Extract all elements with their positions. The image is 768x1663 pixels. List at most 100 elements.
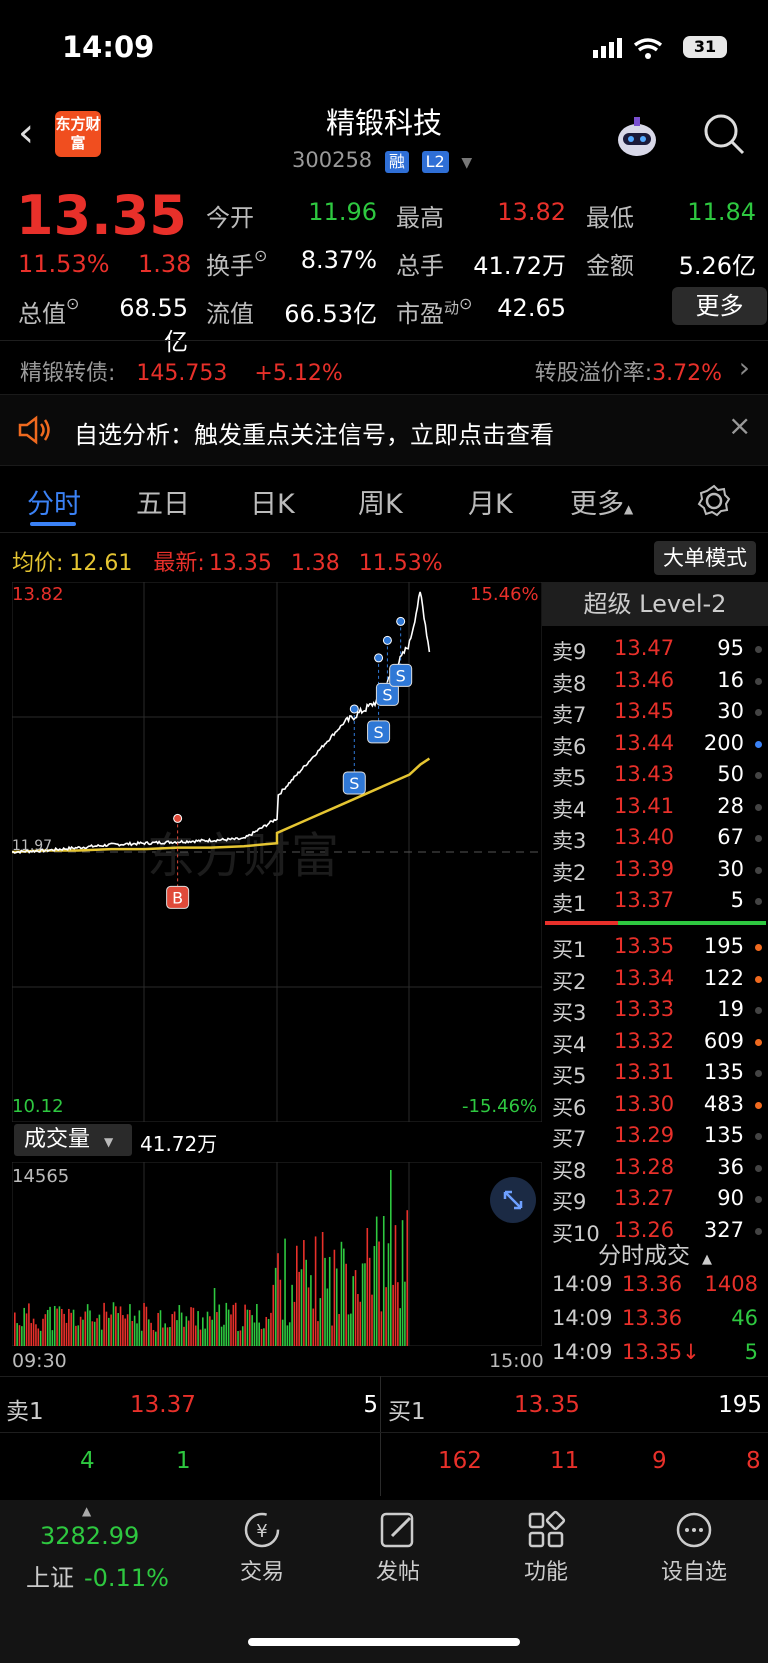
volume-bar: [171, 1314, 174, 1346]
bid-price: 13.30: [614, 1091, 675, 1116]
volume-bar: [314, 1236, 317, 1346]
volume-bar: [382, 1216, 385, 1346]
tab-intraday[interactable]: 分时: [27, 482, 81, 521]
watermark: 东方财富: [147, 828, 339, 884]
bid-dot: [755, 975, 762, 983]
volume-value: 41.72万: [473, 252, 566, 280]
ask-dot: [755, 677, 762, 685]
volume-total: 41.72万: [140, 1132, 218, 1156]
volume-bar: [46, 1309, 49, 1346]
bid-row[interactable]: 买8 13.28 36: [542, 1151, 768, 1183]
home-indicator: [248, 1638, 520, 1646]
bid-row[interactable]: 买3 13.33 19: [542, 993, 768, 1025]
trades-title[interactable]: 分时成交 ▲: [542, 1236, 768, 1270]
volume-bar: [227, 1309, 230, 1346]
index-value[interactable]: 3282.99: [40, 1522, 139, 1550]
bid-price: 13.32: [614, 1028, 675, 1053]
notice-bar[interactable]: 自选分析：触发重点关注信号，立即点击查看 ×: [0, 394, 768, 466]
tab-monthly-k[interactable]: 月K: [468, 482, 513, 521]
level2-title[interactable]: 超级 Level-2: [542, 582, 768, 626]
volume-bar: [140, 1330, 143, 1346]
gear-icon[interactable]: [697, 484, 731, 518]
bid-dot: [755, 1007, 762, 1014]
index-row[interactable]: 上证 -0.11%: [26, 1558, 169, 1593]
ask-row[interactable]: 卖9 13.47 95: [542, 632, 768, 664]
volume-indicator-select[interactable]: 成交量 ▼: [14, 1124, 132, 1156]
info-icon[interactable]: ⊙: [254, 246, 267, 265]
ask-row[interactable]: 卖4 13.41 28: [542, 790, 768, 822]
ask-dot: [755, 898, 762, 905]
ask-price: 13.46: [614, 667, 675, 692]
nav-trade[interactable]: ¥ 交易: [226, 1510, 298, 1586]
volume-bar: [192, 1307, 195, 1346]
volume-bar: [387, 1243, 390, 1346]
volume-bar: [246, 1309, 249, 1346]
marker-label: S: [374, 723, 384, 742]
more-button[interactable]: 更多: [672, 287, 767, 325]
volume-bar: [89, 1310, 91, 1346]
ask-price: 13.40: [614, 825, 675, 849]
volume-bar: [298, 1271, 300, 1346]
ask-row[interactable]: 卖3 13.40 67: [542, 821, 768, 853]
speaker-icon: [18, 415, 50, 445]
expand-icon[interactable]: [490, 1177, 536, 1223]
volume-bar: [324, 1257, 326, 1346]
volume-bar: [251, 1315, 253, 1346]
big-order-mode-button[interactable]: 大单模式: [654, 541, 756, 575]
info-icon[interactable]: ⊙: [66, 294, 79, 313]
bid-row[interactable]: 买7 13.29 135: [542, 1119, 768, 1151]
ask-row[interactable]: 卖1 13.37 5: [542, 884, 768, 916]
volume-bar: [98, 1314, 101, 1346]
ask-label: 卖5: [552, 766, 587, 790]
battery-indicator: 31: [683, 36, 727, 58]
bid-row[interactable]: 买4 13.32 609: [542, 1025, 768, 1057]
bond-row[interactable]: 精锻转债: 145.753 +5.12% 转股溢价率:3.72% ›: [20, 351, 750, 387]
volume-bar: [359, 1301, 362, 1346]
volume-bar: [32, 1318, 35, 1346]
info-icon[interactable]: ⊙: [459, 294, 472, 313]
nav-add-watchlist[interactable]: 设自选: [658, 1510, 730, 1586]
bid-label: 买8: [552, 1158, 587, 1183]
bid-row[interactable]: 买5 13.31 135: [542, 1056, 768, 1088]
pe-label: 市盈动⊙: [396, 294, 473, 328]
volume-bar: [21, 1326, 23, 1346]
nav-post[interactable]: 发帖: [362, 1510, 434, 1586]
volume-bar: [112, 1302, 115, 1346]
volume-bar: [14, 1312, 16, 1346]
ask-row[interactable]: 卖7 13.45 30: [542, 695, 768, 727]
bid-label: 买4: [552, 1032, 587, 1057]
volume-bar: [230, 1314, 232, 1346]
ask-row[interactable]: 卖5 13.43 50: [542, 758, 768, 790]
ask-list: 卖9 13.47 95 卖8 13.46 16 卖7 13.45 30 卖6 13.44 200 卖5 1…: [542, 632, 768, 916]
ask-row[interactable]: 卖2 13.39 30: [542, 853, 768, 885]
time-end: 15:00: [489, 1350, 544, 1372]
volume-bar: [317, 1321, 319, 1346]
robot-assistant-icon[interactable]: [614, 114, 660, 160]
close-icon[interactable]: ×: [728, 409, 751, 442]
bid-row[interactable]: 买9 13.27 90: [542, 1182, 768, 1214]
bid-row[interactable]: 买2 13.34 122: [542, 962, 768, 994]
volume-bar: [274, 1267, 277, 1346]
change-percent: 11.53%: [18, 250, 110, 278]
chevron-down-icon[interactable]: ▼: [461, 155, 472, 171]
bid-row[interactable]: 买1 13.35 195: [542, 930, 768, 962]
volume-bar: [364, 1263, 366, 1346]
ask-row[interactable]: 卖8 13.46 16: [542, 664, 768, 696]
marker-dot: [374, 653, 384, 663]
bid-row[interactable]: 买6 13.30 483: [542, 1088, 768, 1120]
stock-code: 300258: [292, 148, 373, 172]
ask-row[interactable]: 卖6 13.44 200: [542, 727, 768, 759]
tab-daily-k[interactable]: 日K: [250, 482, 295, 521]
search-icon[interactable]: [702, 112, 746, 156]
bid-price: 13.29: [614, 1123, 675, 1147]
tab-weekly-k[interactable]: 周K: [358, 482, 403, 521]
intraday-chart[interactable]: 东方财富 BSSSS: [12, 582, 542, 1122]
nav-function[interactable]: 功能: [510, 1510, 582, 1586]
tab-5day[interactable]: 五日: [136, 482, 190, 521]
float-value: 66.53亿: [284, 300, 377, 328]
volume-bar: [361, 1263, 364, 1346]
volume-bar: [281, 1319, 284, 1346]
bond-price: 145.753: [136, 361, 228, 386]
open-label: 今开: [206, 204, 254, 232]
tab-more[interactable]: 更多▲: [570, 482, 633, 521]
